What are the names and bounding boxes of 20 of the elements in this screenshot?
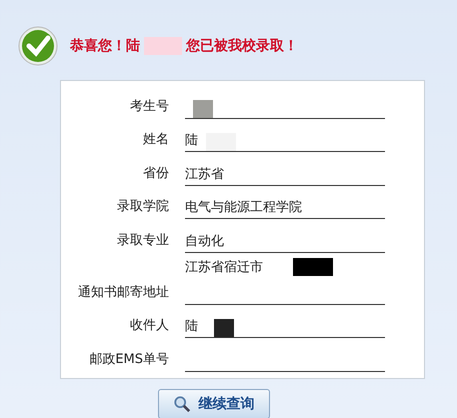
field-value: 电气与能源工程学院 <box>185 199 302 217</box>
field-label: 省份 <box>142 164 169 182</box>
checkmark-icon <box>18 26 58 66</box>
field-value: 自动化 <box>185 232 224 250</box>
field-label: 录取学院 <box>116 198 169 216</box>
field-label: 邮政EMS单号 <box>88 350 169 368</box>
admission-message: 您已被我校录取！ <box>186 37 298 55</box>
greeting-text: 恭喜您！陆 <box>70 37 140 55</box>
continue-query-button[interactable]: 继续查询 <box>158 388 270 418</box>
field-label: 录取专业 <box>116 232 169 250</box>
field-label: 通知书邮寄地址 <box>77 284 169 302</box>
redaction-mark <box>144 37 182 55</box>
field-value: 陆 <box>185 132 198 150</box>
field-label: 考生号 <box>129 98 169 116</box>
field-value: 江苏省 <box>185 166 224 184</box>
field-value: 陆 <box>185 318 198 336</box>
field-label: 姓名 <box>142 131 169 149</box>
field-label: 收件人 <box>129 317 169 335</box>
field-value: 江苏省宿迁市 <box>185 258 263 276</box>
search-icon <box>172 394 190 412</box>
